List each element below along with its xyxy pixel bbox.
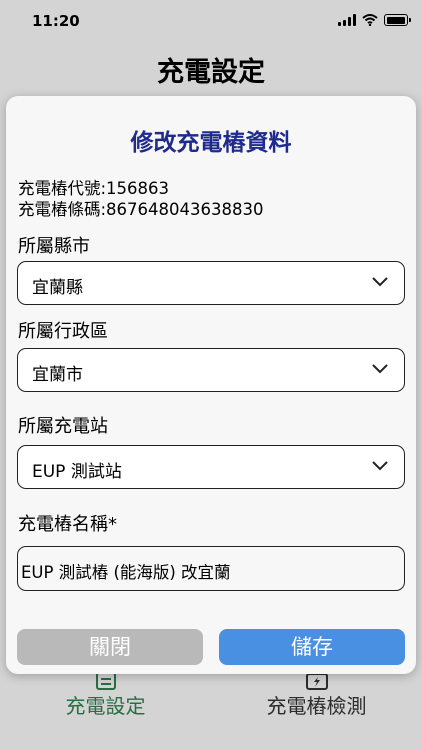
charger-name-value: EUP 測試樁 (能海版) 改宜蘭	[21, 563, 231, 582]
district-value: 宜蘭市	[32, 365, 83, 385]
chevron-down-icon	[372, 364, 388, 374]
charger-name-label: 充電樁名稱*	[18, 514, 117, 535]
station-label: 所屬充電站	[18, 416, 108, 437]
chevron-down-icon	[372, 277, 388, 287]
modal-title: 修改充電樁資料	[130, 130, 292, 156]
station-value: EUP 測試站	[32, 462, 122, 482]
district-label: 所屬行政區	[18, 321, 108, 342]
edit-charger-modal: 修改充電樁資料 充電樁代號:156863 充電樁條碼:8676480436388…	[6, 96, 416, 674]
city-select[interactable]: 宜蘭縣	[17, 261, 405, 305]
save-button[interactable]: 儲存	[219, 629, 405, 665]
district-select[interactable]: 宜蘭市	[17, 348, 405, 392]
close-button[interactable]: 關閉	[17, 629, 203, 665]
charger-name-input[interactable]: EUP 測試樁 (能海版) 改宜蘭	[17, 546, 405, 591]
city-label: 所屬縣市	[18, 236, 90, 257]
chevron-down-icon	[372, 461, 388, 471]
charger-barcode: 充電樁條碼:867648043638830	[18, 200, 264, 219]
station-select[interactable]: EUP 測試站	[17, 445, 405, 489]
city-value: 宜蘭縣	[32, 278, 83, 298]
